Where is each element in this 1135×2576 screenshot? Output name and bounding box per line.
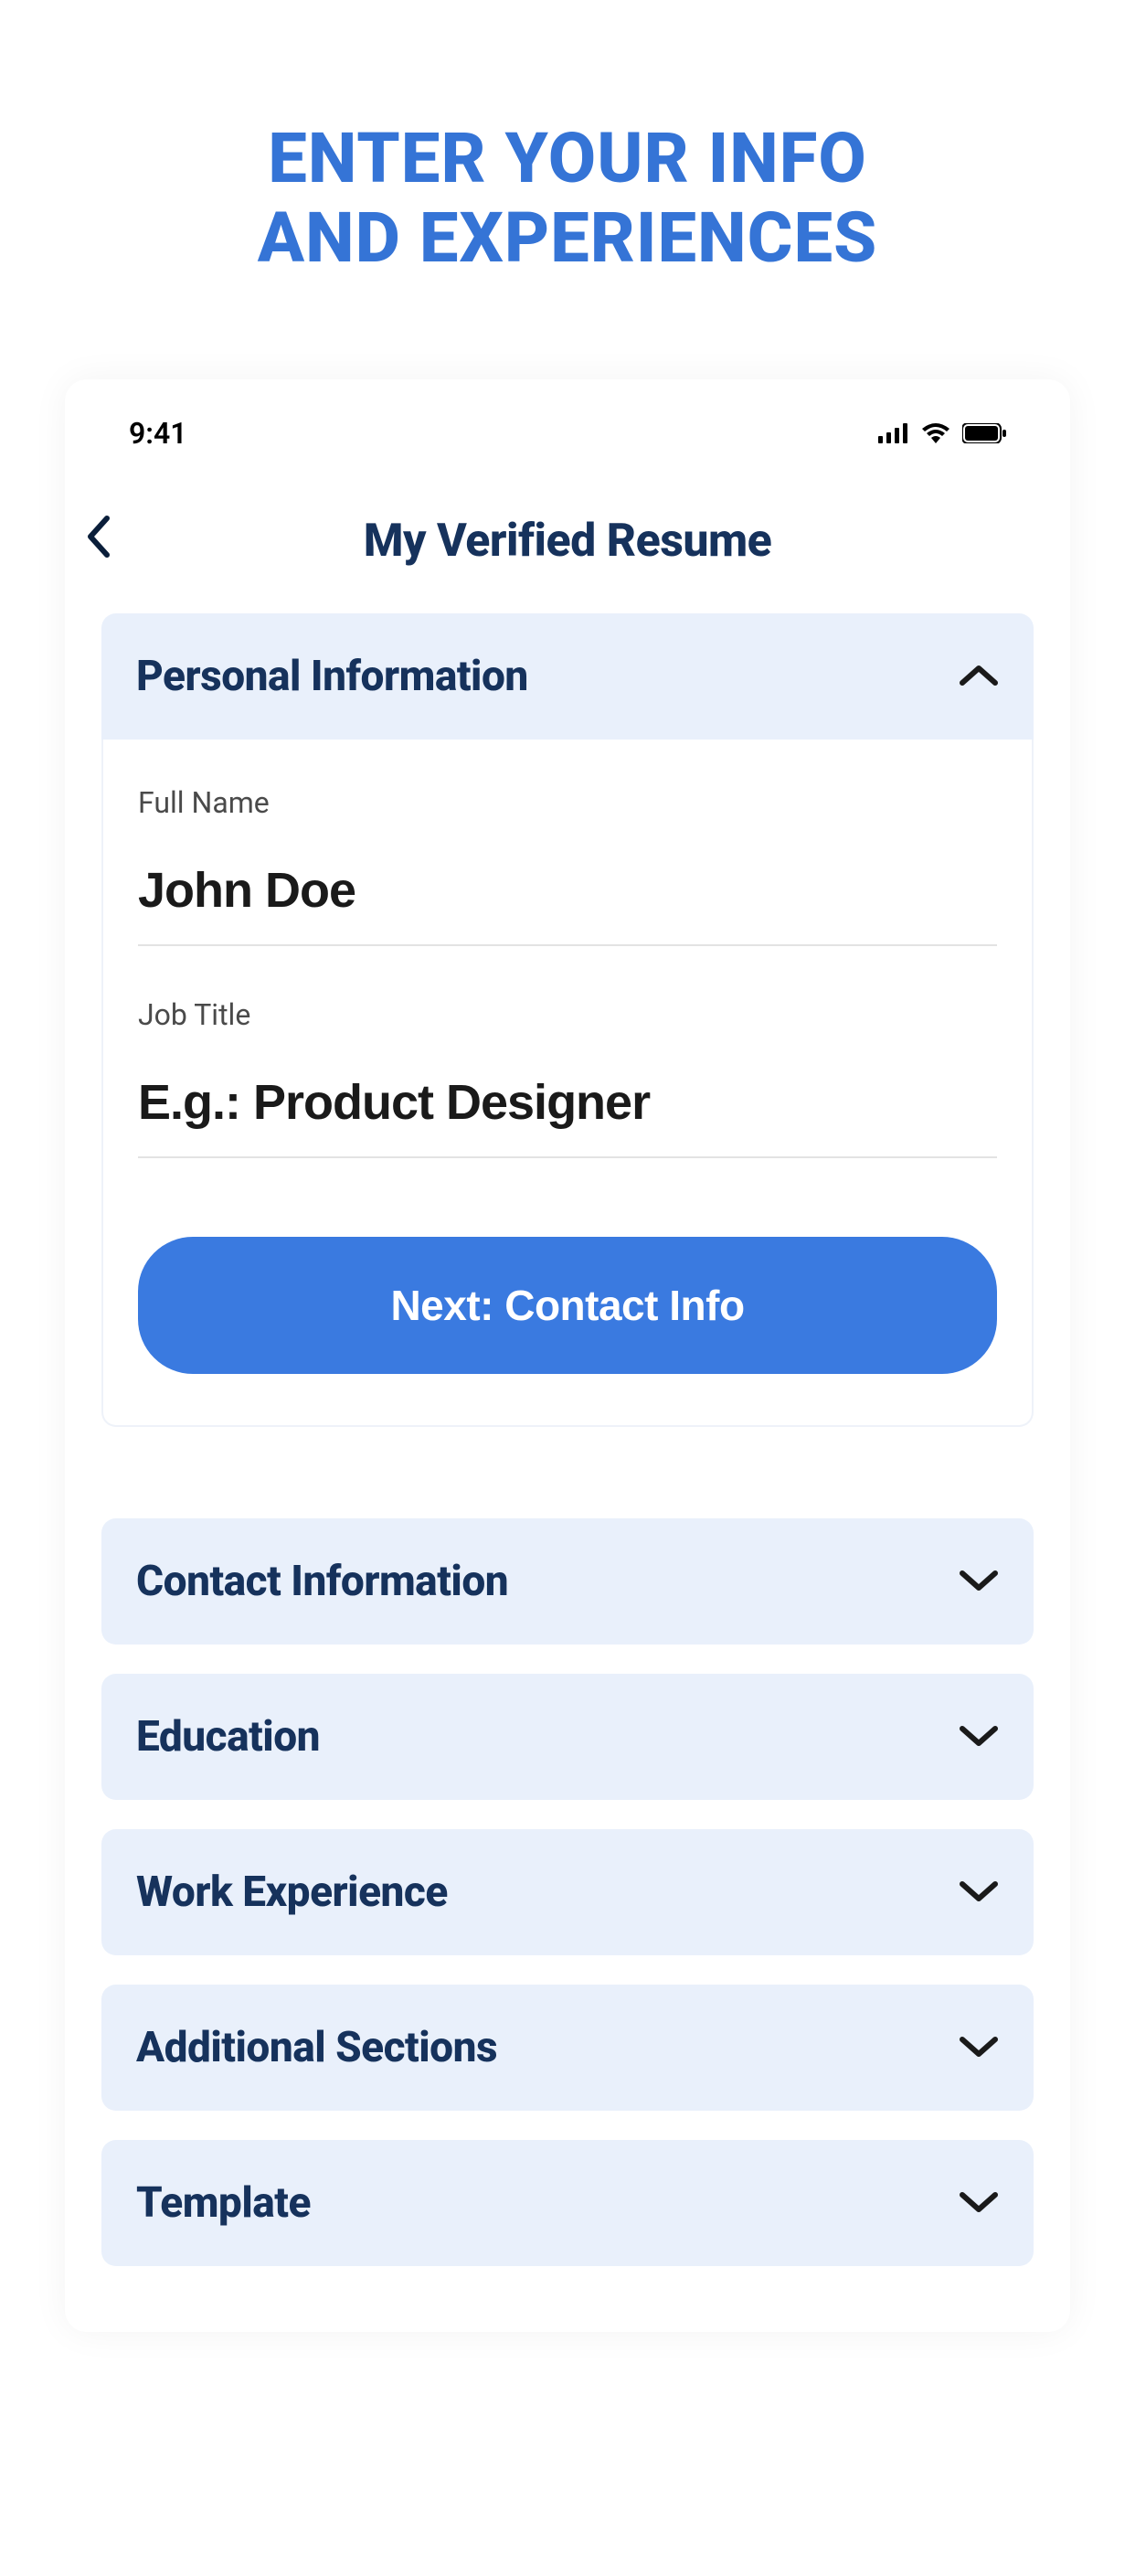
input-job-title[interactable] bbox=[138, 1058, 997, 1158]
heading-line-2: AND EXPERIENCES bbox=[0, 198, 1135, 278]
page-title: My Verified Resume bbox=[83, 515, 1052, 568]
heading-line-1: ENTER YOUR INFO bbox=[0, 119, 1135, 198]
wifi-icon bbox=[922, 423, 949, 443]
section-title-template: Template bbox=[136, 2178, 311, 2228]
chevron-down-icon bbox=[959, 2181, 999, 2224]
status-time: 9:41 bbox=[129, 416, 187, 451]
marketing-heading: ENTER YOUR INFO AND EXPERIENCES bbox=[0, 119, 1135, 279]
chevron-down-icon bbox=[959, 1559, 999, 1602]
phone-frame: 9:41 My Verified Resume Personal Informa… bbox=[65, 379, 1070, 2332]
battery-icon bbox=[962, 423, 1006, 443]
chevron-up-icon bbox=[959, 655, 999, 697]
section-header-additional[interactable]: Additional Sections bbox=[101, 1985, 1034, 2111]
field-full-name: Full Name bbox=[138, 785, 997, 946]
chevron-down-icon bbox=[959, 2026, 999, 2069]
chevron-down-icon bbox=[959, 1715, 999, 1758]
section-title-personal: Personal Information bbox=[136, 652, 528, 701]
section-title-additional: Additional Sections bbox=[136, 2023, 497, 2072]
section-title-work: Work Experience bbox=[136, 1868, 448, 1917]
section-header-education[interactable]: Education bbox=[101, 1674, 1034, 1800]
back-button[interactable] bbox=[85, 511, 111, 571]
section-header-personal[interactable]: Personal Information bbox=[101, 613, 1034, 740]
section-header-work[interactable]: Work Experience bbox=[101, 1829, 1034, 1955]
collapsed-sections: Contact Information Education Work Exper… bbox=[101, 1518, 1034, 2266]
chevron-down-icon bbox=[959, 1870, 999, 1913]
input-full-name[interactable] bbox=[138, 846, 997, 946]
section-header-template[interactable]: Template bbox=[101, 2140, 1034, 2266]
label-full-name: Full Name bbox=[138, 785, 997, 820]
section-body-personal: Full Name Job Title Next: Contact Info bbox=[101, 740, 1034, 1427]
status-right bbox=[878, 423, 1006, 443]
section-personal-information: Personal Information Full Name Job Title… bbox=[101, 613, 1034, 1427]
nav-bar: My Verified Resume bbox=[65, 478, 1070, 613]
field-job-title: Job Title bbox=[138, 997, 997, 1158]
section-header-contact[interactable]: Contact Information bbox=[101, 1518, 1034, 1645]
next-contact-info-button[interactable]: Next: Contact Info bbox=[138, 1237, 997, 1374]
label-job-title: Job Title bbox=[138, 997, 997, 1032]
section-title-contact: Contact Information bbox=[136, 1557, 508, 1606]
content: Personal Information Full Name Job Title… bbox=[65, 613, 1070, 2266]
status-bar: 9:41 bbox=[65, 379, 1070, 478]
section-title-education: Education bbox=[136, 1712, 320, 1762]
cellular-signal-icon bbox=[878, 423, 909, 443]
